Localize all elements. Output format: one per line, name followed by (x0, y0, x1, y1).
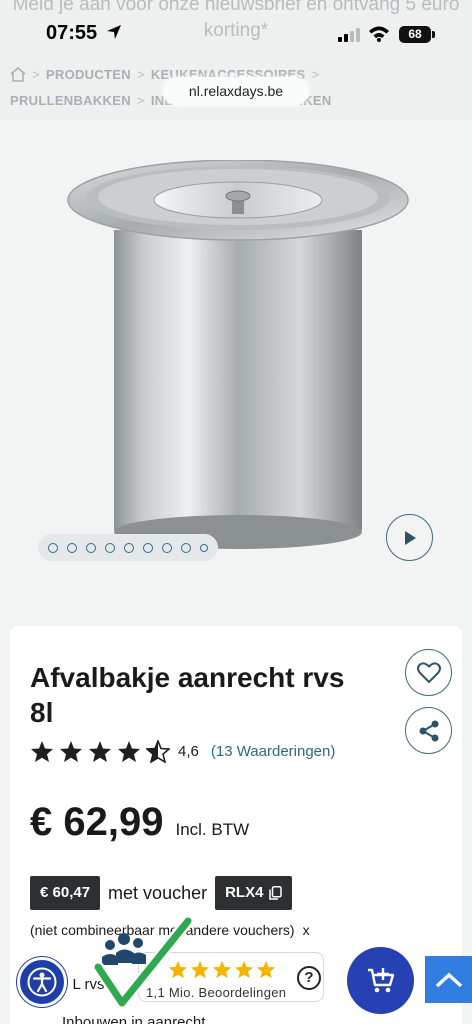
battery-tip (432, 31, 435, 38)
breadcrumb-item-producten[interactable]: PRODUCTEN (46, 67, 131, 82)
star-icon (60, 741, 82, 762)
gallery-dot[interactable] (181, 542, 191, 553)
chevron-right-icon: > (136, 93, 145, 108)
heart-icon (416, 661, 441, 683)
gallery-dot[interactable] (86, 542, 96, 553)
product-image[interactable] (66, 160, 410, 552)
voucher-code-button[interactable]: RLX4 (215, 876, 293, 910)
half-star-icon (146, 740, 170, 763)
rating-stars (30, 740, 170, 763)
gallery-dot[interactable] (200, 543, 208, 552)
accessibility-button[interactable] (17, 957, 67, 1007)
voucher-note-close[interactable]: x (303, 922, 310, 938)
star-icon (234, 960, 254, 979)
gallery-pagination (38, 534, 218, 561)
voucher-label: met voucher (108, 882, 208, 903)
trust-badge-stars (168, 960, 276, 979)
install-text: Inbouwen in aanrecht (62, 1014, 206, 1024)
add-to-cart-button[interactable] (347, 947, 414, 1014)
star-icon (190, 960, 210, 979)
share-icon (419, 720, 438, 741)
chevron-right-icon: > (311, 67, 320, 82)
star-icon (256, 960, 276, 979)
play-video-button[interactable] (386, 514, 433, 561)
back-to-top-button[interactable] (425, 956, 472, 1003)
chevron-right-icon: > (32, 67, 40, 82)
cellular-signal-icon (338, 28, 360, 42)
battery-indicator: 68 (399, 26, 431, 43)
gallery-dot[interactable] (124, 542, 134, 553)
location-arrow-icon (107, 25, 121, 39)
price-row: € 62,99 Incl. BTW (30, 800, 249, 845)
share-button[interactable] (405, 707, 452, 754)
gallery-dot[interactable] (48, 542, 58, 553)
voucher-row: € 60,47 met voucher RLX4 (30, 876, 293, 910)
gallery-dot[interactable] (105, 542, 115, 553)
rating-value: 4,6 (178, 743, 199, 760)
voucher-code: RLX4 (225, 884, 264, 901)
accessibility-icon (27, 967, 57, 997)
play-icon (404, 530, 416, 545)
home-icon[interactable] (10, 67, 26, 82)
chevron-up-icon (435, 972, 462, 987)
gallery-dot[interactable] (67, 542, 77, 553)
star-icon (89, 741, 111, 762)
breadcrumb-item-prullenbakken[interactable]: PRULLENBAKKEN (10, 93, 131, 108)
wishlist-button[interactable] (405, 649, 452, 696)
product-price: € 62,99 (30, 800, 164, 844)
browser-url-bar[interactable]: nl.relaxdays.be (163, 77, 309, 105)
star-icon (31, 741, 53, 762)
star-icon (118, 741, 140, 762)
cart-plus-icon (367, 967, 394, 992)
wifi-icon (369, 26, 389, 42)
chevron-right-icon: > (136, 67, 145, 82)
reviews-link[interactable]: (13 Waarderingen) (211, 743, 336, 760)
trust-badge-count: 1,1 Mio. Beoordelingen (146, 985, 287, 1000)
price-tax-label: Incl. BTW (175, 820, 250, 839)
star-icon (212, 960, 232, 979)
voucher-price: € 60,47 (30, 876, 101, 910)
gallery-dot[interactable] (162, 542, 172, 553)
trust-help-icon[interactable]: ? (297, 966, 321, 990)
product-title: Afvalbakje aanrecht rvs 8l (30, 662, 345, 728)
gallery-dot[interactable] (143, 542, 153, 553)
clock: 07:55 (46, 22, 98, 44)
star-icon (168, 960, 188, 979)
copy-icon (269, 886, 283, 900)
rating-row: 4,6 (13 Waarderingen) (30, 740, 335, 763)
